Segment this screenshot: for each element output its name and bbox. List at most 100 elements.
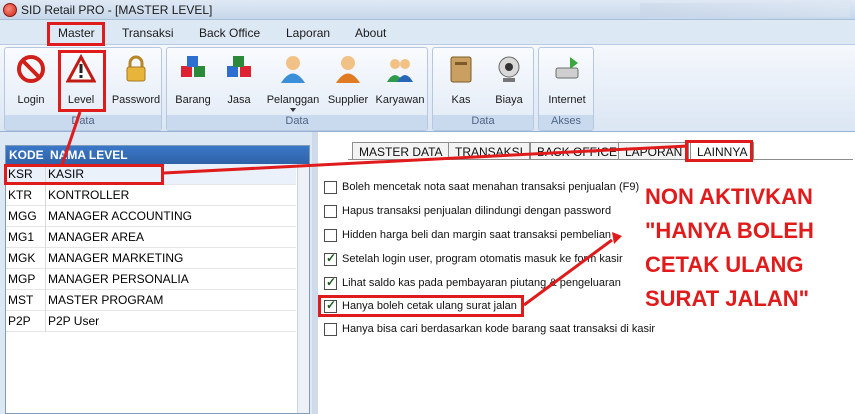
- annotation-line: NON AKTIVKAN: [645, 184, 813, 209]
- menu-laporan[interactable]: Laporan: [286, 26, 330, 40]
- tab-laporan[interactable]: LAPORAN: [618, 142, 690, 160]
- cell-kode: KTR: [8, 188, 32, 202]
- cell-kode: MGK: [8, 251, 36, 265]
- title-bar: SID Retail PRO - [MASTER LEVEL]: [0, 0, 855, 20]
- internet-label: Internet: [548, 94, 586, 106]
- menu-about[interactable]: About: [355, 26, 386, 40]
- customer-icon: [281, 56, 305, 83]
- cell-kode: MG1: [8, 230, 35, 244]
- menu-back-office[interactable]: Back Office: [199, 26, 260, 40]
- cubes-icon: [181, 56, 205, 77]
- cell-kode: MGP: [8, 272, 36, 286]
- highlight-level-button: [58, 50, 106, 112]
- background-window: [640, 3, 850, 17]
- group-label: Data: [5, 115, 161, 130]
- annotation-line: CETAK ULANG: [645, 252, 804, 277]
- employees-icon: [387, 59, 413, 82]
- option-label: Hanya bisa cari berdasarkan kode barang …: [342, 323, 656, 335]
- pelanggan-label: Pelanggan: [266, 94, 320, 106]
- network-icon: [555, 57, 579, 79]
- table-row[interactable]: MGP MANAGER PERSONALIA: [6, 269, 296, 290]
- password-button[interactable]: Password: [112, 52, 160, 110]
- cell-kode: MGG: [8, 209, 37, 223]
- barang-button[interactable]: Barang: [173, 52, 213, 110]
- annotation-line: "HANYA BOLEH: [645, 218, 814, 243]
- ribbon-group-akses: Internet Akses: [538, 47, 594, 131]
- jasa-button[interactable]: Jasa: [221, 52, 257, 110]
- table-row[interactable]: KTR KONTROLLER: [6, 185, 296, 206]
- app-icon: [3, 3, 17, 17]
- barang-label: Barang: [175, 94, 211, 106]
- internet-button[interactable]: Internet: [545, 52, 589, 110]
- checkbox-unchecked[interactable]: [324, 205, 337, 218]
- ribbon: Login Level Password Data Barang Jasa Pe…: [0, 44, 855, 132]
- group-label: Akses: [539, 115, 593, 130]
- cell-kode: MST: [8, 293, 34, 307]
- checkbox-checked[interactable]: [324, 251, 337, 266]
- karyawan-label: Karyawan: [375, 94, 425, 106]
- vertical-scrollbar[interactable]: [297, 164, 309, 413]
- option-label: Setelah login user, program otomatis mas…: [342, 253, 623, 265]
- tab-transaksi[interactable]: TRANSAKSI: [448, 142, 531, 160]
- option-label: Lihat saldo kas pada pembayaran piutang …: [342, 277, 621, 289]
- annotation-line: SURAT JALAN": [645, 286, 810, 311]
- menu-bar: Master Transaksi Back Office Laporan Abo…: [0, 20, 855, 44]
- jasa-label: Jasa: [227, 94, 251, 106]
- table-row[interactable]: P2P P2P User: [6, 311, 296, 332]
- column-header-nama-level[interactable]: NAMA LEVEL: [50, 148, 128, 162]
- cell-kode: P2P: [8, 314, 31, 328]
- cell-nama: MANAGER MARKETING: [48, 251, 184, 265]
- padlock-icon: [126, 55, 146, 82]
- highlight-option-surat-jalan: [318, 295, 524, 317]
- group-label: Data: [433, 115, 533, 130]
- level-grid[interactable]: KODE NAMA LEVEL KSR KASIR KTR KONTROLLER…: [5, 145, 310, 414]
- window-title: SID Retail PRO - [MASTER LEVEL]: [21, 3, 213, 17]
- table-row[interactable]: MGG MANAGER ACCOUNTING: [6, 206, 296, 227]
- table-row[interactable]: MST MASTER PROGRAM: [6, 290, 296, 311]
- checkbox-unchecked[interactable]: [324, 229, 337, 242]
- option-label: Boleh mencetak nota saat menahan transak…: [342, 181, 640, 193]
- cubes-icon: [227, 56, 251, 77]
- cell-nama: MANAGER AREA: [48, 230, 145, 244]
- checkbox-unchecked[interactable]: [324, 323, 337, 336]
- table-row[interactable]: MG1 MANAGER AREA: [6, 227, 296, 248]
- tab-master-data[interactable]: MASTER DATA: [352, 142, 450, 160]
- login-label: Login: [17, 94, 45, 106]
- highlight-row-kasir: [4, 164, 164, 185]
- karyawan-button[interactable]: Karyawan: [376, 52, 424, 110]
- grid-header: KODE NAMA LEVEL: [6, 146, 309, 164]
- ribbon-group-data-3: Kas Biaya Data: [432, 47, 534, 131]
- supplier-icon: [336, 56, 360, 83]
- login-button[interactable]: Login: [11, 52, 51, 110]
- cell-nama: P2P User: [48, 314, 100, 328]
- option-label: Hapus transaksi penjualan dilindungi den…: [342, 205, 612, 217]
- tab-back-office[interactable]: BACK OFFICE: [530, 142, 625, 160]
- cell-nama: MANAGER ACCOUNTING: [48, 209, 193, 223]
- biaya-button[interactable]: Biaya: [489, 52, 529, 110]
- pelanggan-button[interactable]: Pelanggan: [267, 52, 319, 112]
- option-label: Hidden harga beli dan margin saat transa…: [342, 229, 612, 241]
- supplier-button[interactable]: Supplier: [327, 52, 369, 110]
- kas-label: Kas: [451, 94, 471, 106]
- kas-button[interactable]: Kas: [441, 52, 481, 110]
- annotation-text: NON AKTIVKAN "HANYA BOLEH CETAK ULANG SU…: [645, 180, 855, 316]
- webcam-icon: [498, 56, 520, 82]
- cell-nama: MASTER PROGRAM: [48, 293, 164, 307]
- ribbon-group-data-2: Barang Jasa Pelanggan Supplier Karyawan …: [166, 47, 428, 131]
- cell-nama: MANAGER PERSONALIA: [48, 272, 189, 286]
- login-icon: [17, 55, 45, 83]
- cash-book-icon: [450, 56, 472, 83]
- highlight-tab-lainnya: [685, 140, 753, 162]
- chevron-down-icon: [290, 108, 296, 112]
- highlight-menu-master: [47, 22, 105, 46]
- password-label: Password: [111, 94, 161, 106]
- group-label: Data: [167, 115, 427, 130]
- table-row[interactable]: MGK MANAGER MARKETING: [6, 248, 296, 269]
- checkbox-checked[interactable]: [324, 275, 337, 290]
- column-header-kode[interactable]: KODE: [9, 148, 44, 162]
- supplier-label: Supplier: [327, 94, 369, 106]
- biaya-label: Biaya: [495, 94, 523, 106]
- menu-transaksi[interactable]: Transaksi: [122, 26, 174, 40]
- cell-nama: KONTROLLER: [48, 188, 130, 202]
- checkbox-unchecked[interactable]: [324, 181, 337, 194]
